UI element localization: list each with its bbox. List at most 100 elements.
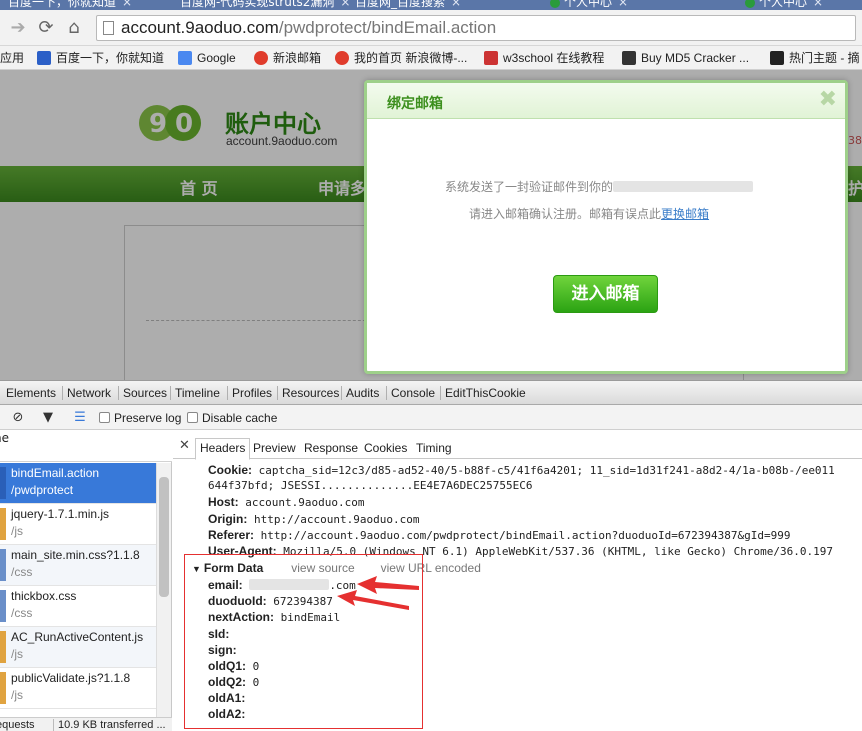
dialog-message-2: 请进入邮箱确认注册。邮箱有误点此更换邮箱 <box>469 205 709 222</box>
request-row[interactable]: AC_RunActiveContent.js /js <box>0 627 156 668</box>
network-status-bar: equests 10.9 KB transferred ... <box>0 717 172 731</box>
preserve-log-checkbox[interactable] <box>99 412 110 423</box>
header-value: captcha_sid=12c3/d85-ad52-40/5-b88f-c5/4… <box>258 464 835 477</box>
tab-personal-1[interactable]: 个人中心 × <box>550 0 628 10</box>
header-key: Host: <box>208 495 239 509</box>
reload-icon[interactable]: ⟳ <box>36 18 56 38</box>
site-favicon-icon <box>550 0 560 8</box>
dialog-title: 绑定邮箱 <box>387 96 443 112</box>
request-row[interactable]: main_site.min.css?1.1.8 /css <box>0 545 156 586</box>
page-icon <box>103 21 114 35</box>
request-path: /js <box>11 524 23 538</box>
request-list-header: ne <box>0 430 172 462</box>
bookmark-label: Buy MD5 Cracker ... <box>641 51 750 65</box>
tab-cookies[interactable]: Cookies <box>364 441 407 455</box>
tab-network[interactable]: Network <box>62 386 111 400</box>
close-icon[interactable]: × <box>451 0 461 9</box>
disable-cache-label: Disable cache <box>202 411 278 425</box>
tab-strip: 百度一下，你就知道 × 百度网-代码实现struts2漏洞 × 百度网_百度搜索 × … <box>0 0 862 10</box>
tab-console[interactable]: Console <box>386 386 435 400</box>
tab-timeline[interactable]: Timeline <box>170 386 220 400</box>
network-toolbar: ⊘ ▼ ☰ Preserve log Disable cache <box>0 405 862 430</box>
tab-label: 个人中心 <box>759 0 808 9</box>
close-icon[interactable]: × <box>813 0 823 9</box>
filter-icon[interactable]: ▼ <box>40 410 56 426</box>
forward-icon[interactable]: ➔ <box>8 18 28 38</box>
tab-search[interactable]: 百度网_百度搜索 × <box>355 0 461 10</box>
enter-mailbox-button[interactable]: 进入邮箱 <box>553 275 658 313</box>
bookmark-baidu[interactable]: 百度一下，你就知道 <box>37 49 164 67</box>
md5-icon <box>622 51 636 65</box>
preserve-log-label: Preserve log <box>114 411 182 425</box>
clear-icon[interactable]: ⊘ <box>10 410 26 426</box>
bookmark-weibo[interactable]: 我的首页 新浪微博-... <box>335 49 467 67</box>
google-icon <box>178 51 192 65</box>
header-key: Origin: <box>208 512 248 526</box>
tab-editthiscookie[interactable]: EditThisCookie <box>440 386 526 400</box>
request-row[interactable]: jquery-1.7.1.min.js /js <box>0 504 156 545</box>
address-bar[interactable]: account.9aoduo.com/pwdprotect/bindEmail.… <box>96 15 856 41</box>
header-row: Host: account.9aoduo.com <box>208 495 365 509</box>
close-icon[interactable]: × <box>122 0 132 9</box>
header-value: 644f37bfd; JSESSI..............EE4E7A6DE… <box>208 479 533 492</box>
bookmark-w3school[interactable]: w3school 在线教程 <box>484 49 604 67</box>
bookmark-topics[interactable]: 热门主题 - 摘 <box>770 49 860 67</box>
devtools-panel: Elements Network Sources Timeline Profil… <box>0 380 862 731</box>
tab-audits[interactable]: Audits <box>341 386 379 400</box>
scrollbar-thumb[interactable] <box>159 477 169 597</box>
request-name: bindEmail.action <box>11 466 100 480</box>
transfer-size: 10.9 KB transferred ... <box>53 719 166 731</box>
url-text[interactable]: account.9aoduo.com/pwdprotect/bindEmail.… <box>121 18 496 38</box>
tab-personal-2[interactable]: 个人中心 × <box>745 0 823 10</box>
tab-response[interactable]: Response <box>304 441 358 455</box>
home-icon[interactable]: ⌂ <box>64 18 84 38</box>
bookmark-md5[interactable]: Buy MD5 Cracker ... <box>622 49 749 67</box>
close-icon[interactable]: ✖ <box>819 87 837 113</box>
request-row[interactable]: publicValidate.js?1.1.8 /js <box>0 668 156 709</box>
script-icon <box>0 672 6 704</box>
request-name: jquery-1.7.1.min.js <box>11 507 110 521</box>
close-icon[interactable]: ✕ <box>179 438 190 453</box>
request-row[interactable]: thickbox.css /css <box>0 586 156 627</box>
request-path: /pwdprotect <box>11 483 74 497</box>
topic-icon <box>770 51 784 65</box>
request-row[interactable]: bindEmail.action /pwdprotect <box>0 463 156 504</box>
request-list-scrollbar[interactable] <box>156 463 171 718</box>
tab-struts[interactable]: 百度网-代码实现struts2漏洞 × <box>180 0 350 10</box>
stylesheet-icon <box>0 549 6 581</box>
bookmark-apps[interactable]: 应用 <box>0 49 24 67</box>
header-row: 644f37bfd; JSESSI..............EE4E7A6DE… <box>208 479 533 492</box>
tab-preview[interactable]: Preview <box>253 441 296 455</box>
tab-sources[interactable]: Sources <box>118 386 167 400</box>
header-value: http://account.9aoduo.com <box>253 513 420 526</box>
bookmark-label: 应用 <box>0 51 25 65</box>
close-icon[interactable]: × <box>618 0 628 9</box>
name-column-header[interactable]: ne <box>0 431 9 445</box>
header-key: Referer: <box>208 528 255 542</box>
tab-baidu[interactable]: 百度一下，你就知道 × <box>8 0 132 10</box>
bookmark-google[interactable]: Google <box>178 49 236 67</box>
request-count: equests <box>0 719 35 731</box>
tab-elements[interactable]: Elements <box>6 386 56 400</box>
message-text: 系统发送了一封验证邮件到你的 <box>445 180 614 194</box>
bookmark-label: 我的首页 新浪微博-... <box>354 51 468 65</box>
devtools-tab-bar: Elements Network Sources Timeline Profil… <box>0 381 862 405</box>
bind-email-dialog: 绑定邮箱 ✖ 系统发送了一封验证邮件到你的 请进入邮箱确认注册。邮箱有误点此更换… <box>364 80 848 374</box>
tab-label: 百度网_百度搜索 <box>355 0 446 9</box>
change-email-link[interactable]: 更换邮箱 <box>661 207 709 221</box>
close-icon[interactable]: × <box>340 0 350 9</box>
request-name: thickbox.css <box>11 589 77 603</box>
annotation-arrow-icon <box>337 590 409 610</box>
list-view-icon[interactable]: ☰ <box>72 410 88 426</box>
tab-profiles[interactable]: Profiles <box>227 386 272 400</box>
request-name: main_site.min.css?1.1.8 <box>11 548 140 562</box>
w3school-icon <box>484 51 498 65</box>
disable-cache-checkbox[interactable] <box>187 412 198 423</box>
tab-resources[interactable]: Resources <box>277 386 339 400</box>
tab-timing[interactable]: Timing <box>416 441 452 455</box>
message-text: 请进入邮箱确认注册。邮箱有误点此 <box>469 207 662 221</box>
tab-headers[interactable]: Headers <box>195 438 251 460</box>
bookmark-sina-mail[interactable]: 新浪邮箱 <box>254 49 321 67</box>
header-value: account.9aoduo.com <box>245 496 365 509</box>
bookmark-label: Google <box>197 51 236 65</box>
